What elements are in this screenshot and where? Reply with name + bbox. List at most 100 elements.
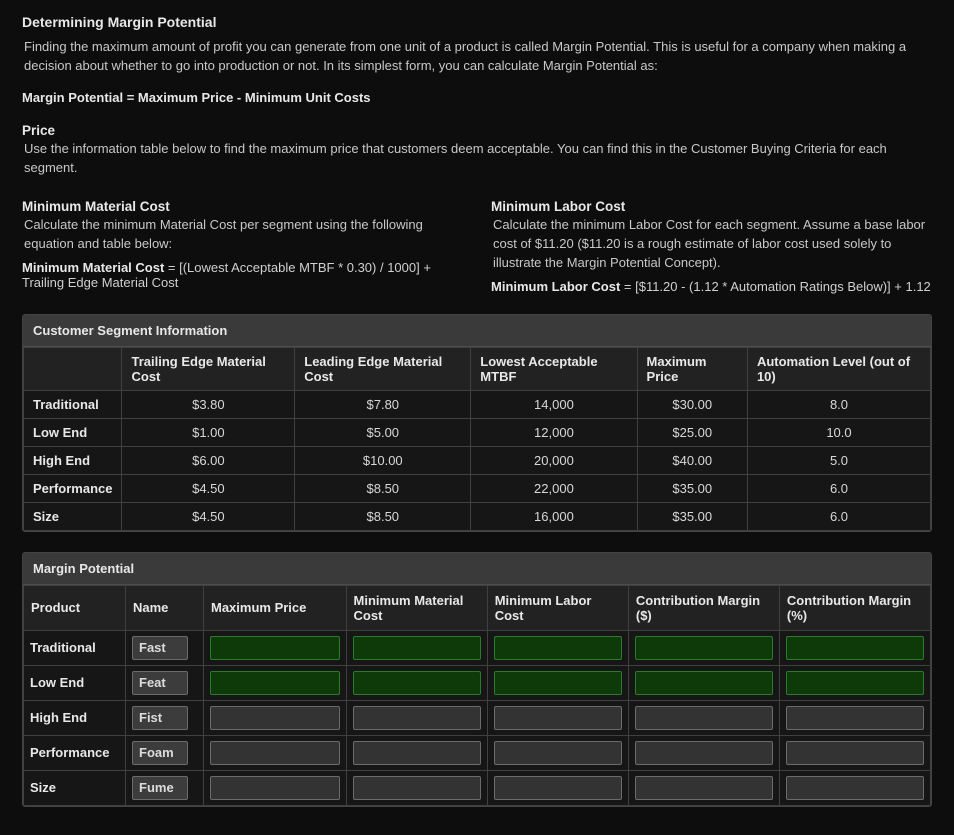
csi-mtbf: 12,000 [471,418,637,446]
mp-product: High End [24,700,126,735]
csi-segment: Performance [24,474,122,502]
contribution-margin-dollar-input[interactable] [635,706,773,730]
contribution-margin-dollar-input[interactable] [635,636,773,660]
min-labor-cost-input[interactable] [494,706,622,730]
mp-name-cell [126,770,204,805]
mlc-eq-rest: = [$11.20 - (1.12 * Automation Ratings B… [620,279,931,294]
csi-segment: Traditional [24,390,122,418]
contribution-margin-percent-input[interactable] [786,671,924,695]
csi-panel-title: Customer Segment Information [23,315,931,347]
contribution-margin-dollar-input[interactable] [635,776,773,800]
min-material-cost-input[interactable] [353,706,481,730]
csi-segment: Low End [24,418,122,446]
csi-leading-edge: $8.50 [295,474,471,502]
product-name-input[interactable] [132,776,188,800]
mlc-equation: Minimum Labor Cost = [$11.20 - (1.12 * A… [491,279,932,294]
min-labor-cost-input[interactable] [494,776,622,800]
csi-max-price: $30.00 [637,390,747,418]
mp-input-cell [346,700,487,735]
mp-input-cell [779,735,930,770]
mp-header: Minimum Labor Cost [487,585,628,630]
mp-input-cell [204,735,347,770]
csi-header: Automation Level (out of 10) [747,347,930,390]
mmc-equation: Minimum Material Cost = [(Lowest Accepta… [22,260,463,290]
csi-header: Trailing Edge Material Cost [122,347,295,390]
csi-automation: 8.0 [747,390,930,418]
mp-input-cell [204,770,347,805]
contribution-margin-percent-input[interactable] [786,706,924,730]
csi-max-price: $40.00 [637,446,747,474]
table-row: High End$6.00$10.0020,000$40.005.0 [24,446,931,474]
min-labor-cost-input[interactable] [494,741,622,765]
mp-input-cell [628,665,779,700]
mmc-body: Calculate the minimum Material Cost per … [22,216,463,254]
csi-trailing-edge: $1.00 [122,418,295,446]
mp-product: Low End [24,665,126,700]
max-price-input[interactable] [210,671,340,695]
csi-header: Maximum Price [637,347,747,390]
mp-input-cell [204,630,347,665]
table-row: Low End$1.00$5.0012,000$25.0010.0 [24,418,931,446]
csi-mtbf: 16,000 [471,502,637,530]
mp-input-cell [346,630,487,665]
mp-header: Minimum Material Cost [346,585,487,630]
mp-input-cell [779,770,930,805]
csi-max-price: $35.00 [637,502,747,530]
mp-input-cell [487,700,628,735]
mp-input-cell [628,770,779,805]
csi-header: Lowest Acceptable MTBF [471,347,637,390]
csi-leading-edge: $5.00 [295,418,471,446]
mp-input-cell [204,700,347,735]
max-price-input[interactable] [210,706,340,730]
csi-mtbf: 22,000 [471,474,637,502]
mp-header: Name [126,585,204,630]
csi-leading-edge: $7.80 [295,390,471,418]
mp-input-cell [779,630,930,665]
min-material-cost-input[interactable] [353,776,481,800]
contribution-margin-percent-input[interactable] [786,776,924,800]
mlc-body: Calculate the minimum Labor Cost for eac… [491,216,932,273]
mlc-title: Minimum Labor Cost [491,199,932,214]
table-row: Traditional [24,630,931,665]
intro-paragraph: Finding the maximum amount of profit you… [22,38,932,76]
csi-header [24,347,122,390]
max-price-input[interactable] [210,741,340,765]
mp-header: Contribution Margin (%) [779,585,930,630]
csi-trailing-edge: $6.00 [122,446,295,474]
csi-leading-edge: $8.50 [295,502,471,530]
product-name-input[interactable] [132,741,188,765]
page-title: Determining Margin Potential [22,14,932,30]
max-price-input[interactable] [210,636,340,660]
product-name-input[interactable] [132,636,188,660]
mp-table: ProductNameMaximum PriceMinimum Material… [23,585,931,806]
min-material-cost-input[interactable] [353,636,481,660]
mp-header: Product [24,585,126,630]
csi-header: Leading Edge Material Cost [295,347,471,390]
contribution-margin-dollar-input[interactable] [635,741,773,765]
product-name-input[interactable] [132,706,188,730]
mmc-eq-label: Minimum Material Cost [22,260,164,275]
price-body: Use the information table below to find … [22,140,932,178]
mp-panel-title: Margin Potential [23,553,931,585]
table-row: Performance [24,735,931,770]
mp-input-cell [346,770,487,805]
formula-main: Margin Potential = Maximum Price - Minim… [22,90,932,105]
max-price-input[interactable] [210,776,340,800]
min-labor-cost-input[interactable] [494,671,622,695]
product-name-input[interactable] [132,671,188,695]
min-material-cost-input[interactable] [353,671,481,695]
min-material-cost-input[interactable] [353,741,481,765]
contribution-margin-percent-input[interactable] [786,741,924,765]
mp-name-cell [126,700,204,735]
mp-name-cell [126,630,204,665]
mp-input-cell [487,770,628,805]
csi-automation: 6.0 [747,502,930,530]
mlc-eq-label: Minimum Labor Cost [491,279,620,294]
mp-product: Size [24,770,126,805]
price-title: Price [22,123,932,138]
contribution-margin-percent-input[interactable] [786,636,924,660]
contribution-margin-dollar-input[interactable] [635,671,773,695]
min-labor-cost-input[interactable] [494,636,622,660]
mp-input-cell [346,735,487,770]
csi-segment: Size [24,502,122,530]
